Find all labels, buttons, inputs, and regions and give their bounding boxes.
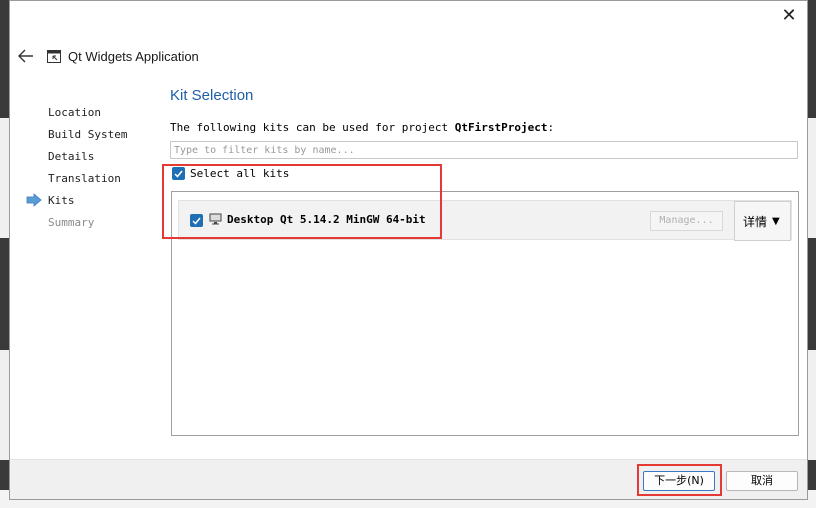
kit-checkbox[interactable] (190, 214, 203, 227)
kit-filter-input[interactable] (170, 141, 798, 159)
kit-name: Desktop Qt 5.14.2 MinGW 64-bit (227, 213, 426, 226)
manage-kit-button[interactable]: Manage... (650, 211, 723, 231)
back-button[interactable] (14, 44, 38, 68)
wizard-footer: 下一步(N) 取消 (10, 459, 807, 499)
close-button[interactable]: ✕ (777, 5, 801, 27)
step-kits: Kits (26, 193, 166, 215)
current-step-arrow-icon (26, 193, 42, 207)
step-summary: Summary (48, 216, 95, 229)
details-label: 详情 (743, 214, 768, 229)
desktop-monitor-icon (209, 213, 222, 225)
select-all-kits-label: Select all kits (190, 167, 290, 180)
kit-selection-page: Kit Selection The following kits can be … (170, 87, 800, 436)
wizard-steps: Location Build System Details Translatio… (26, 105, 166, 237)
back-arrow-icon (18, 49, 33, 63)
page-title: Kit Selection (170, 87, 254, 104)
kit-list: Desktop Qt 5.14.2 MinGW 64-bit Manage...… (171, 191, 799, 436)
application-window-icon (46, 48, 62, 64)
step-build-system: Build System (48, 128, 128, 141)
project-name: QtFirstProject (454, 121, 548, 134)
page-description: The following kits can be used for proje… (170, 121, 555, 134)
wizard-header: Qt Widgets Application (10, 41, 807, 71)
kit-row: Desktop Qt 5.14.2 MinGW 64-bit Manage...… (178, 200, 792, 241)
cancel-button[interactable]: 取消 (726, 471, 798, 491)
kit-details-button[interactable]: 详情 ▼ (734, 201, 791, 241)
step-location: Location (48, 106, 101, 119)
wizard-title: Qt Widgets Application (68, 48, 199, 64)
dropdown-caret-icon: ▼ (772, 215, 780, 227)
select-all-kits-checkbox[interactable]: Select all kits (172, 167, 289, 180)
step-translation: Translation (48, 172, 121, 185)
new-project-wizard-dialog: ✕ Qt Widgets Application Location Build … (9, 0, 808, 500)
step-details: Details (48, 150, 95, 163)
checkbox-checked-icon (172, 167, 185, 180)
next-button[interactable]: 下一步(N) (643, 471, 715, 491)
close-icon: ✕ (781, 5, 797, 26)
